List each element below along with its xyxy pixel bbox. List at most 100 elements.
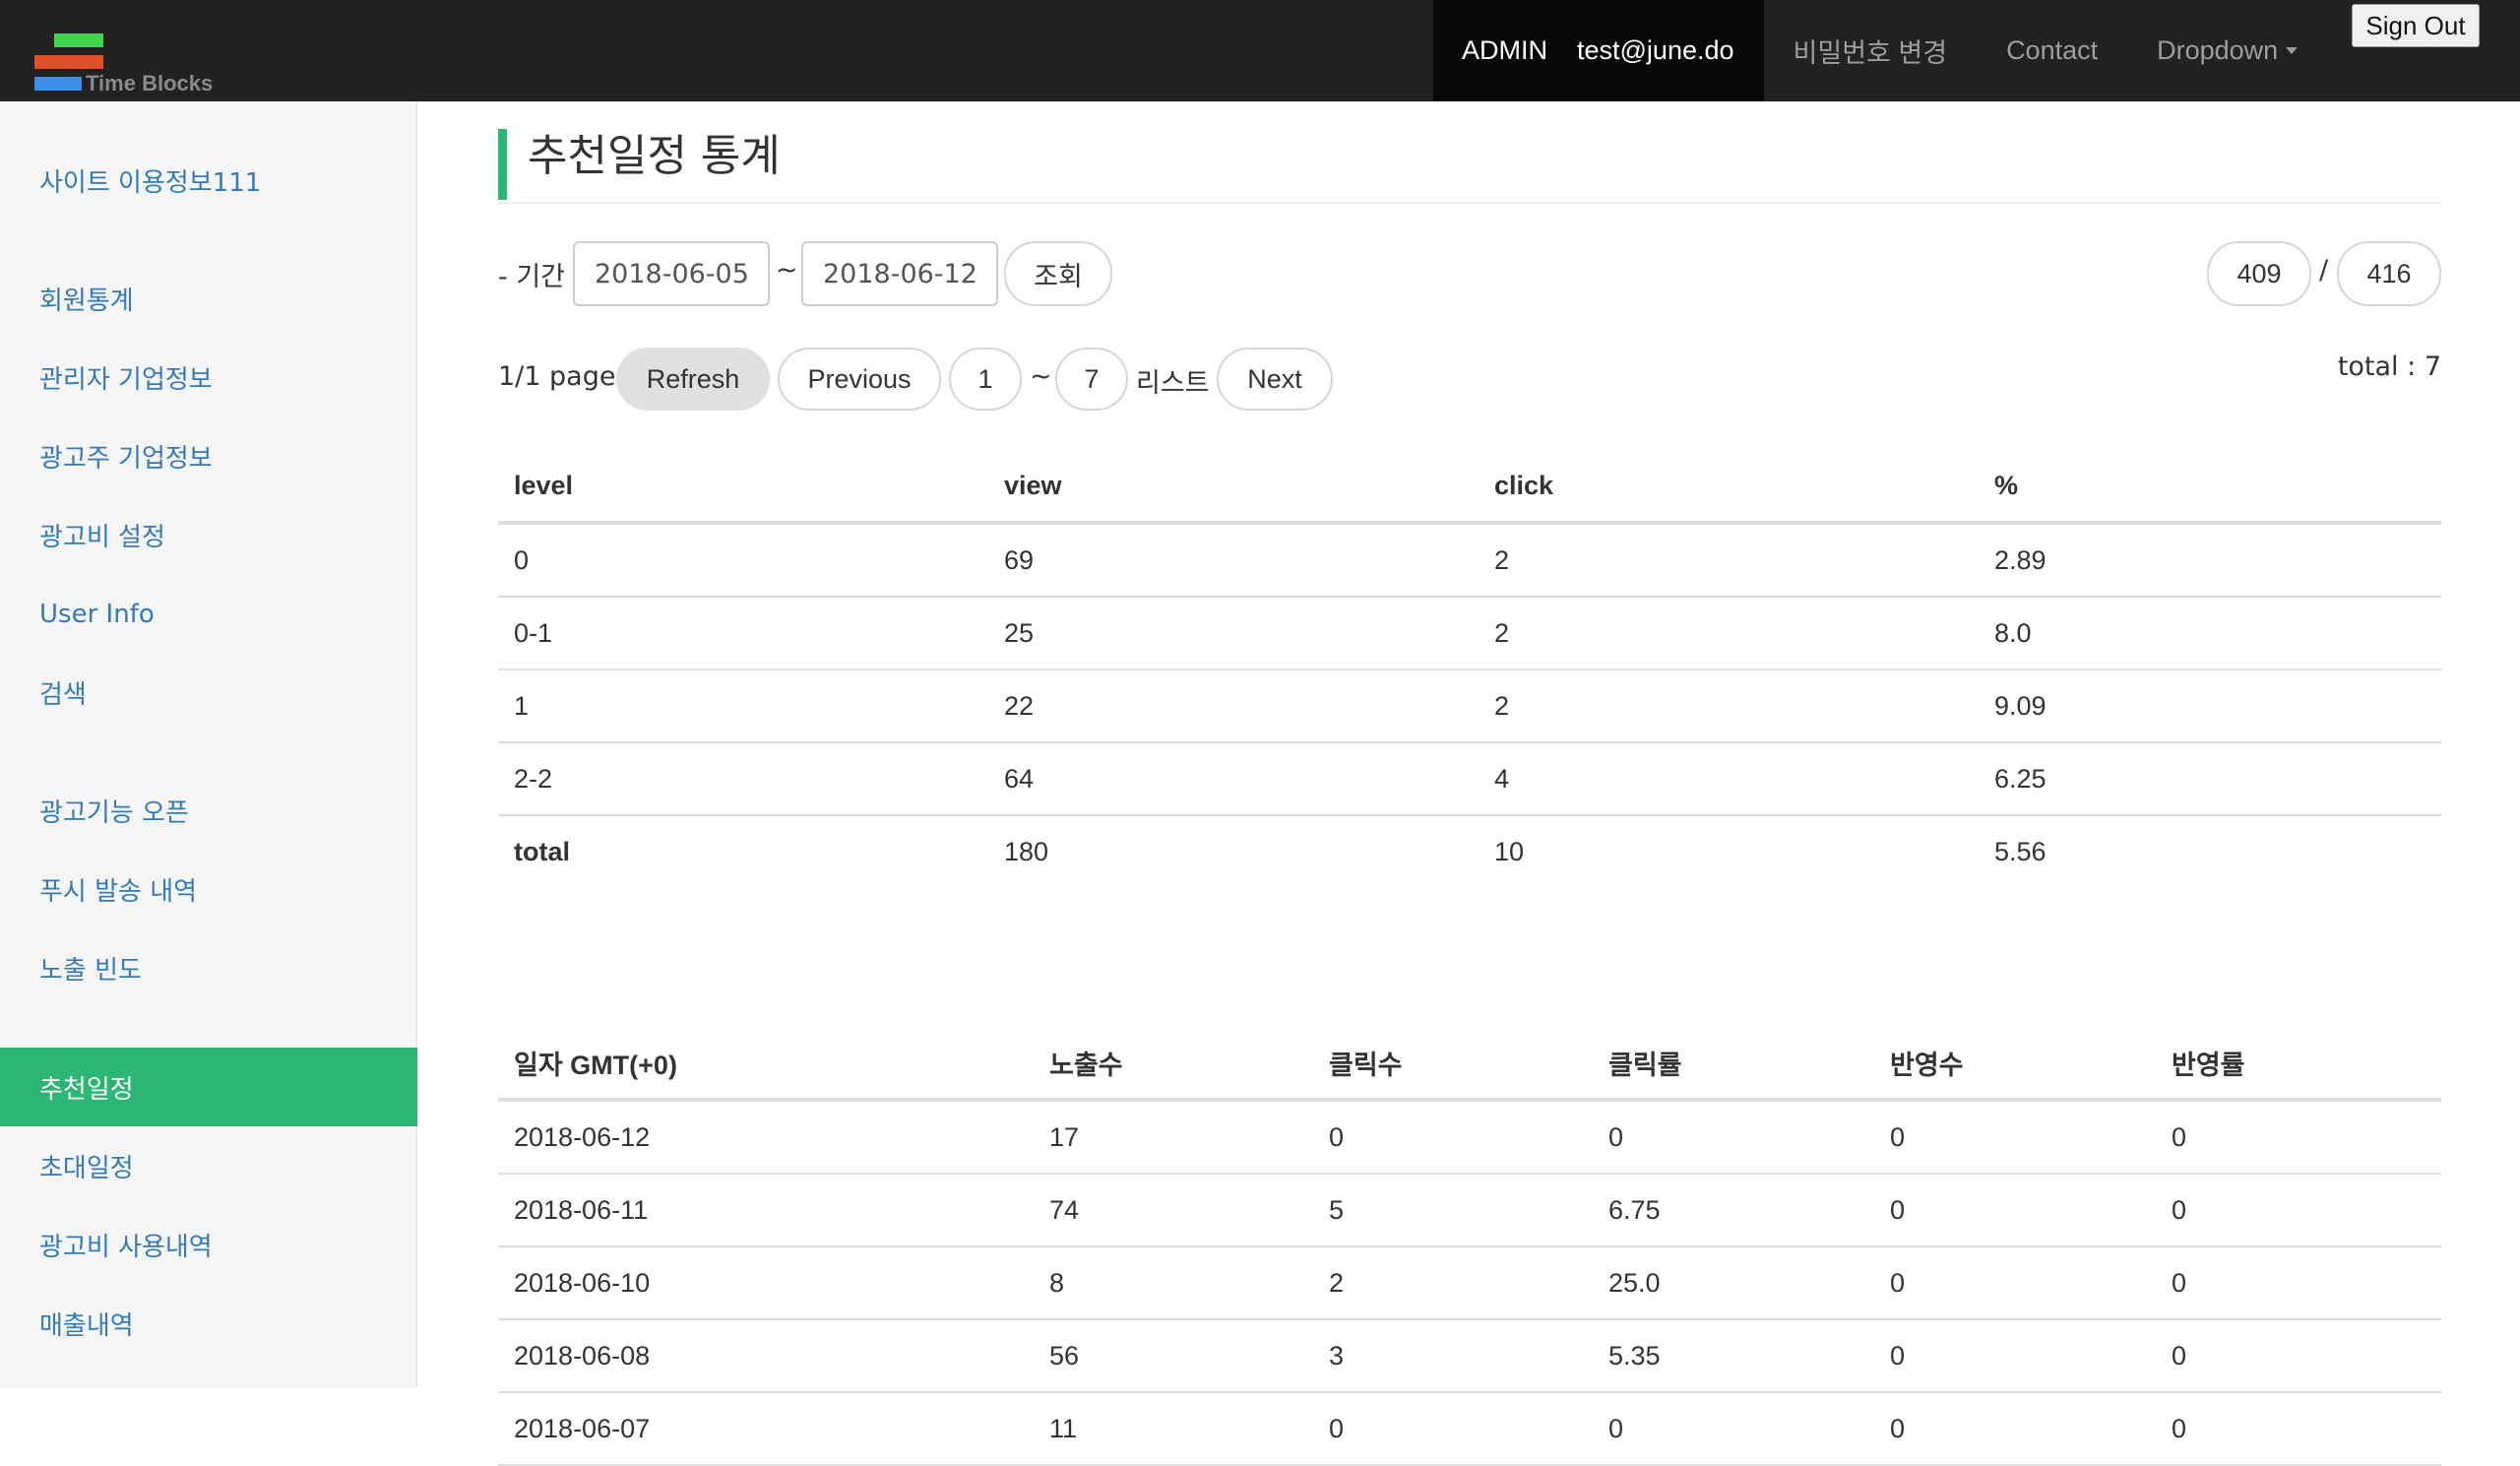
date-range-separator: ~ [776,255,798,286]
sidebar-item-ad-feature-open[interactable]: 광고기능 오픈 [0,771,417,850]
column-header-reflection-rate: 반영률 [2156,1027,2441,1102]
table-row: 2018-06-08 56 3 5.35 0 0 [498,1319,2441,1393]
cell-view-total: 180 [1004,836,1049,866]
cell-percent: 2.89 [1979,523,2441,598]
sidebar-item-member-stats[interactable]: 회원통계 [0,259,417,338]
range-separator: ~ [1030,361,1052,392]
nav-contact[interactable]: Contact [1977,0,2127,101]
table-row: 2018-06-11 74 5 6.75 0 0 [498,1174,2441,1247]
counter-current: 409 [2207,241,2311,306]
counter-total: 416 [2337,241,2441,306]
nav-dropdown-label: Dropdown [2157,35,2279,65]
page-title: 추천일정 통계 [528,131,781,181]
sidebar-item-user-info[interactable]: User Info [0,575,417,654]
cell-level: 0-1 [498,597,988,670]
range-end-button[interactable]: 7 [1055,348,1128,411]
column-header-impressions: 노출수 [1034,1027,1313,1102]
cell-click: 2 [1479,669,1979,743]
cell-percent: 6.25 [1979,742,2441,816]
refresh-button[interactable]: Refresh [616,348,770,411]
cell-date: 2018-06-10 [498,1246,1034,1320]
column-header-view: view [988,450,1479,525]
cell-level: 1 [498,669,988,743]
nav-user-email[interactable]: test@june.do [1577,0,1764,101]
nav-change-password[interactable]: 비밀번호 변경 [1764,0,1978,101]
cell-view: 64 [988,742,1479,816]
cell-level: 2-2 [498,742,988,816]
sidebar-item-site-usage[interactable]: 사이트 이용정보111 [0,141,417,220]
sidebar-item-exposure-frequency[interactable]: 노출 빈도 [0,928,417,1007]
caret-down-icon [2286,47,2299,54]
cell-date: 2018-06-08 [498,1319,1034,1393]
cell-clicks: 0 [1313,1392,1593,1466]
table-row: 0 69 2 2.89 [498,523,2441,598]
daily-stats-table: 일자 GMT(+0) 노출수 클릭수 클릭률 반영수 반영률 2018-06-1… [498,1027,2441,1466]
cell-level: 0 [498,523,988,598]
range-start-button[interactable]: 1 [949,348,1022,411]
cell-impressions: 17 [1034,1100,1313,1175]
brand-logo[interactable]: Time Blocks [34,33,241,96]
table-total-row: total 180 10 5.56 [498,815,2441,887]
cell-click-rate: 6.75 [1593,1174,1874,1247]
cell-impressions: 8 [1034,1246,1313,1320]
cell-date: 2018-06-12 [498,1100,1034,1175]
sign-out-button[interactable]: Sign Out [2352,4,2480,47]
table-header-row: 일자 GMT(+0) 노출수 클릭수 클릭률 반영수 반영률 [498,1027,2441,1102]
logo-green-bar [54,33,103,47]
cell-reflection-rate: 0 [2156,1246,2441,1320]
table-row: 2018-06-07 11 0 0 0 0 [498,1392,2441,1466]
search-button[interactable]: 조회 [1004,241,1112,306]
sidebar-item-search[interactable]: 검색 [0,653,417,732]
cell-reflection-rate: 0 [2156,1392,2441,1466]
table-row: 0-1 25 2 8.0 [498,597,2441,670]
cell-clicks: 2 [1313,1246,1593,1320]
sidebar-item-ad-cost-usage[interactable]: 광고비 사용내역 [0,1205,417,1284]
cell-date: 2018-06-07 [498,1392,1034,1466]
previous-button[interactable]: Previous [778,348,941,411]
cell-date: 2018-06-11 [498,1174,1034,1247]
table-row: 2018-06-12 17 0 0 0 0 [498,1100,2441,1175]
cell-reflections: 0 [1874,1319,2156,1393]
cell-clicks: 3 [1313,1319,1593,1393]
column-header-percent: % [1979,450,2441,525]
date-from-input[interactable] [573,241,770,306]
cell-click: 4 [1479,742,1979,816]
sidebar-item-push-history[interactable]: 푸시 발송 내역 [0,850,417,928]
cell-clicks: 5 [1313,1174,1593,1247]
cell-reflections: 0 [1874,1174,2156,1247]
table-row: 2-2 64 4 6.25 [498,742,2441,816]
cell-reflections: 0 [1874,1100,2156,1175]
column-header-click-rate: 클릭률 [1593,1027,1874,1102]
cell-reflections: 0 [1874,1246,2156,1320]
cell-percent: 9.09 [1979,669,2441,743]
cell-click: 2 [1479,523,1979,598]
cell-level-total: total [514,836,570,866]
sidebar-item-ad-cost-settings[interactable]: 광고비 설정 [0,495,417,574]
top-navbar: Time Blocks ADMIN test@june.do 비밀번호 변경 C… [0,0,2520,101]
cell-clicks: 0 [1313,1100,1593,1175]
logo-blue-bar [34,77,82,91]
navbar-right-menu: ADMIN test@june.do 비밀번호 변경 Contact Dropd… [1433,0,2327,101]
page-info: 1/1 page [498,361,616,392]
header-accent-bar [498,129,507,200]
sidebar-item-advertiser-company[interactable]: 광고주 기업정보 [0,416,417,495]
column-header-date: 일자 GMT(+0) [498,1027,1034,1102]
cell-reflection-rate: 0 [2156,1174,2441,1247]
list-label: 리스트 [1136,368,1210,399]
cell-click-total: 10 [1494,836,1525,866]
sidebar-item-invitation-schedule[interactable]: 초대일정 [0,1126,417,1205]
cell-view: 69 [988,523,1479,598]
sidebar-item-admin-company[interactable]: 관리자 기업정보 [0,338,417,416]
sidebar: 사이트 이용정보111 회원통계 관리자 기업정보 광고주 기업정보 광고비 설… [0,101,417,1387]
total-count: total : 7 [2337,351,2441,382]
table-row: 1 22 2 9.09 [498,669,2441,743]
sidebar-item-recommended-schedule[interactable]: 추천일정 [0,1048,417,1126]
next-button[interactable]: Next [1217,348,1333,411]
cell-impressions: 74 [1034,1174,1313,1247]
nav-dropdown[interactable]: Dropdown [2127,0,2327,101]
table-header-row: level view click % [498,450,2441,525]
sidebar-item-sales-history[interactable]: 매출내역 [0,1284,417,1363]
date-to-input[interactable] [801,241,998,306]
nav-admin[interactable]: ADMIN [1433,0,1577,101]
cell-impressions: 11 [1034,1392,1313,1466]
